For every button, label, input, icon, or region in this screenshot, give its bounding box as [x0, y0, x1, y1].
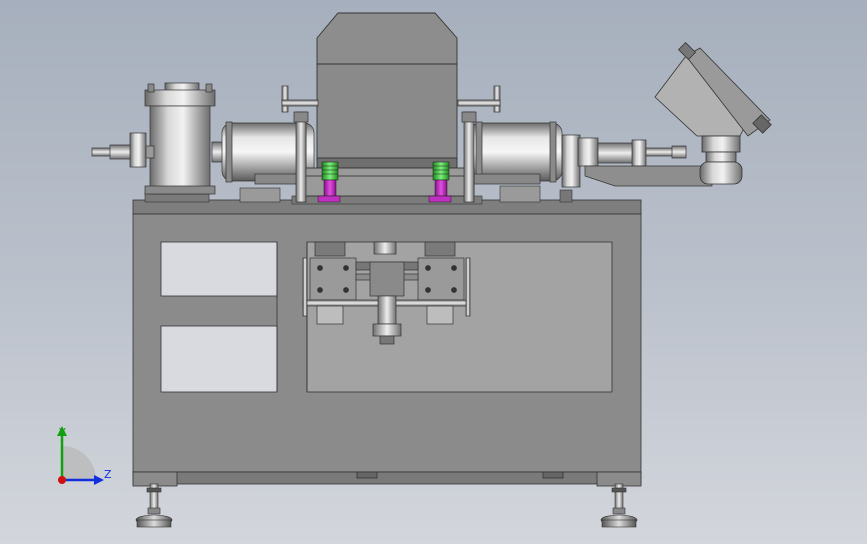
tilted-sensor-box — [654, 41, 772, 185]
right-shaft-assembly — [577, 137, 713, 187]
leveling-foot-left — [135, 483, 173, 528]
cad-viewport[interactable]: Y Z — [0, 0, 867, 544]
right-horizontal-cylinder — [469, 121, 581, 188]
leveling-foot-right — [600, 483, 638, 528]
left-shaft-assembly — [91, 132, 155, 168]
cad-machine-drawing — [57, 12, 772, 528]
axis-z-label: Z — [104, 468, 112, 481]
left-vertical-cylinder — [144, 82, 216, 195]
axis-y-label: Y — [59, 426, 66, 439]
